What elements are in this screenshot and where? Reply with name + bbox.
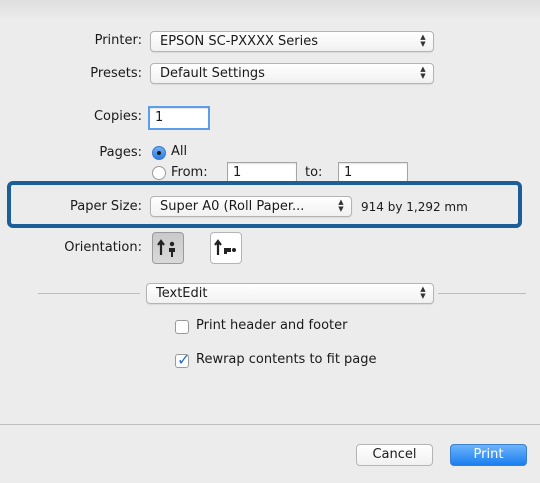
portrait-icon [157,239,175,257]
pages-to-label: to: [305,165,323,180]
paper-size-dimensions: 914 by 1,292 mm [361,200,468,214]
popup-arrows-icon: ▲ ▼ [338,198,344,213]
bottom-divider [0,424,540,425]
pages-from-radio[interactable] [152,166,166,180]
section-divider-left [38,293,140,294]
orientation-label: Orientation: [64,240,142,255]
copies-field[interactable]: 1 [148,106,210,130]
paper-size-popup[interactable]: Super A0 (Roll Paper... ▲ ▼ [150,196,352,217]
copies-value: 1 [155,110,164,125]
popup-arrows-icon: ▲ ▼ [420,33,426,48]
pages-from-value: 1 [233,165,242,180]
printer-popup[interactable]: EPSON SC-PXXXX Series ▲ ▼ [150,31,434,52]
print-button[interactable]: Print [450,444,527,466]
rewrap-label: Rewrap contents to fit page [196,352,377,367]
presets-popup[interactable]: Default Settings ▲ ▼ [150,63,434,84]
pages-all-label: All [171,144,188,159]
orientation-portrait-button[interactable] [152,232,184,264]
section-popup[interactable]: TextEdit ▲ ▼ [146,283,434,304]
rewrap-checkbox[interactable]: ✓ [175,350,190,369]
copies-label: Copies: [93,109,142,124]
section-divider-right [438,293,526,294]
landscape-icon [214,239,236,255]
print-header-checkbox[interactable] [175,320,189,334]
paper-size-value: Super A0 (Roll Paper... [160,199,305,214]
orientation-landscape-button[interactable] [210,232,242,264]
pages-to-value: 1 [344,165,353,180]
dialog-top-edge [0,0,540,20]
pages-from-label: From: [171,165,208,180]
printer-value: EPSON SC-PXXXX Series [160,34,318,49]
pages-from-field[interactable]: 1 [227,162,297,183]
presets-value: Default Settings [160,66,265,81]
checkmark-icon: ✓ [177,350,191,369]
cancel-button[interactable]: Cancel [356,444,433,466]
pages-label: Pages: [99,145,142,160]
popup-arrows-icon: ▲ ▼ [420,285,426,300]
pages-to-field[interactable]: 1 [338,162,408,183]
presets-label: Presets: [90,66,142,81]
popup-arrows-icon: ▲ ▼ [420,65,426,80]
pages-all-radio[interactable] [152,146,166,160]
printer-label: Printer: [94,33,142,48]
print-header-label: Print header and footer [196,318,348,333]
section-value: TextEdit [156,286,208,301]
paper-size-label: Paper Size: [69,199,142,214]
